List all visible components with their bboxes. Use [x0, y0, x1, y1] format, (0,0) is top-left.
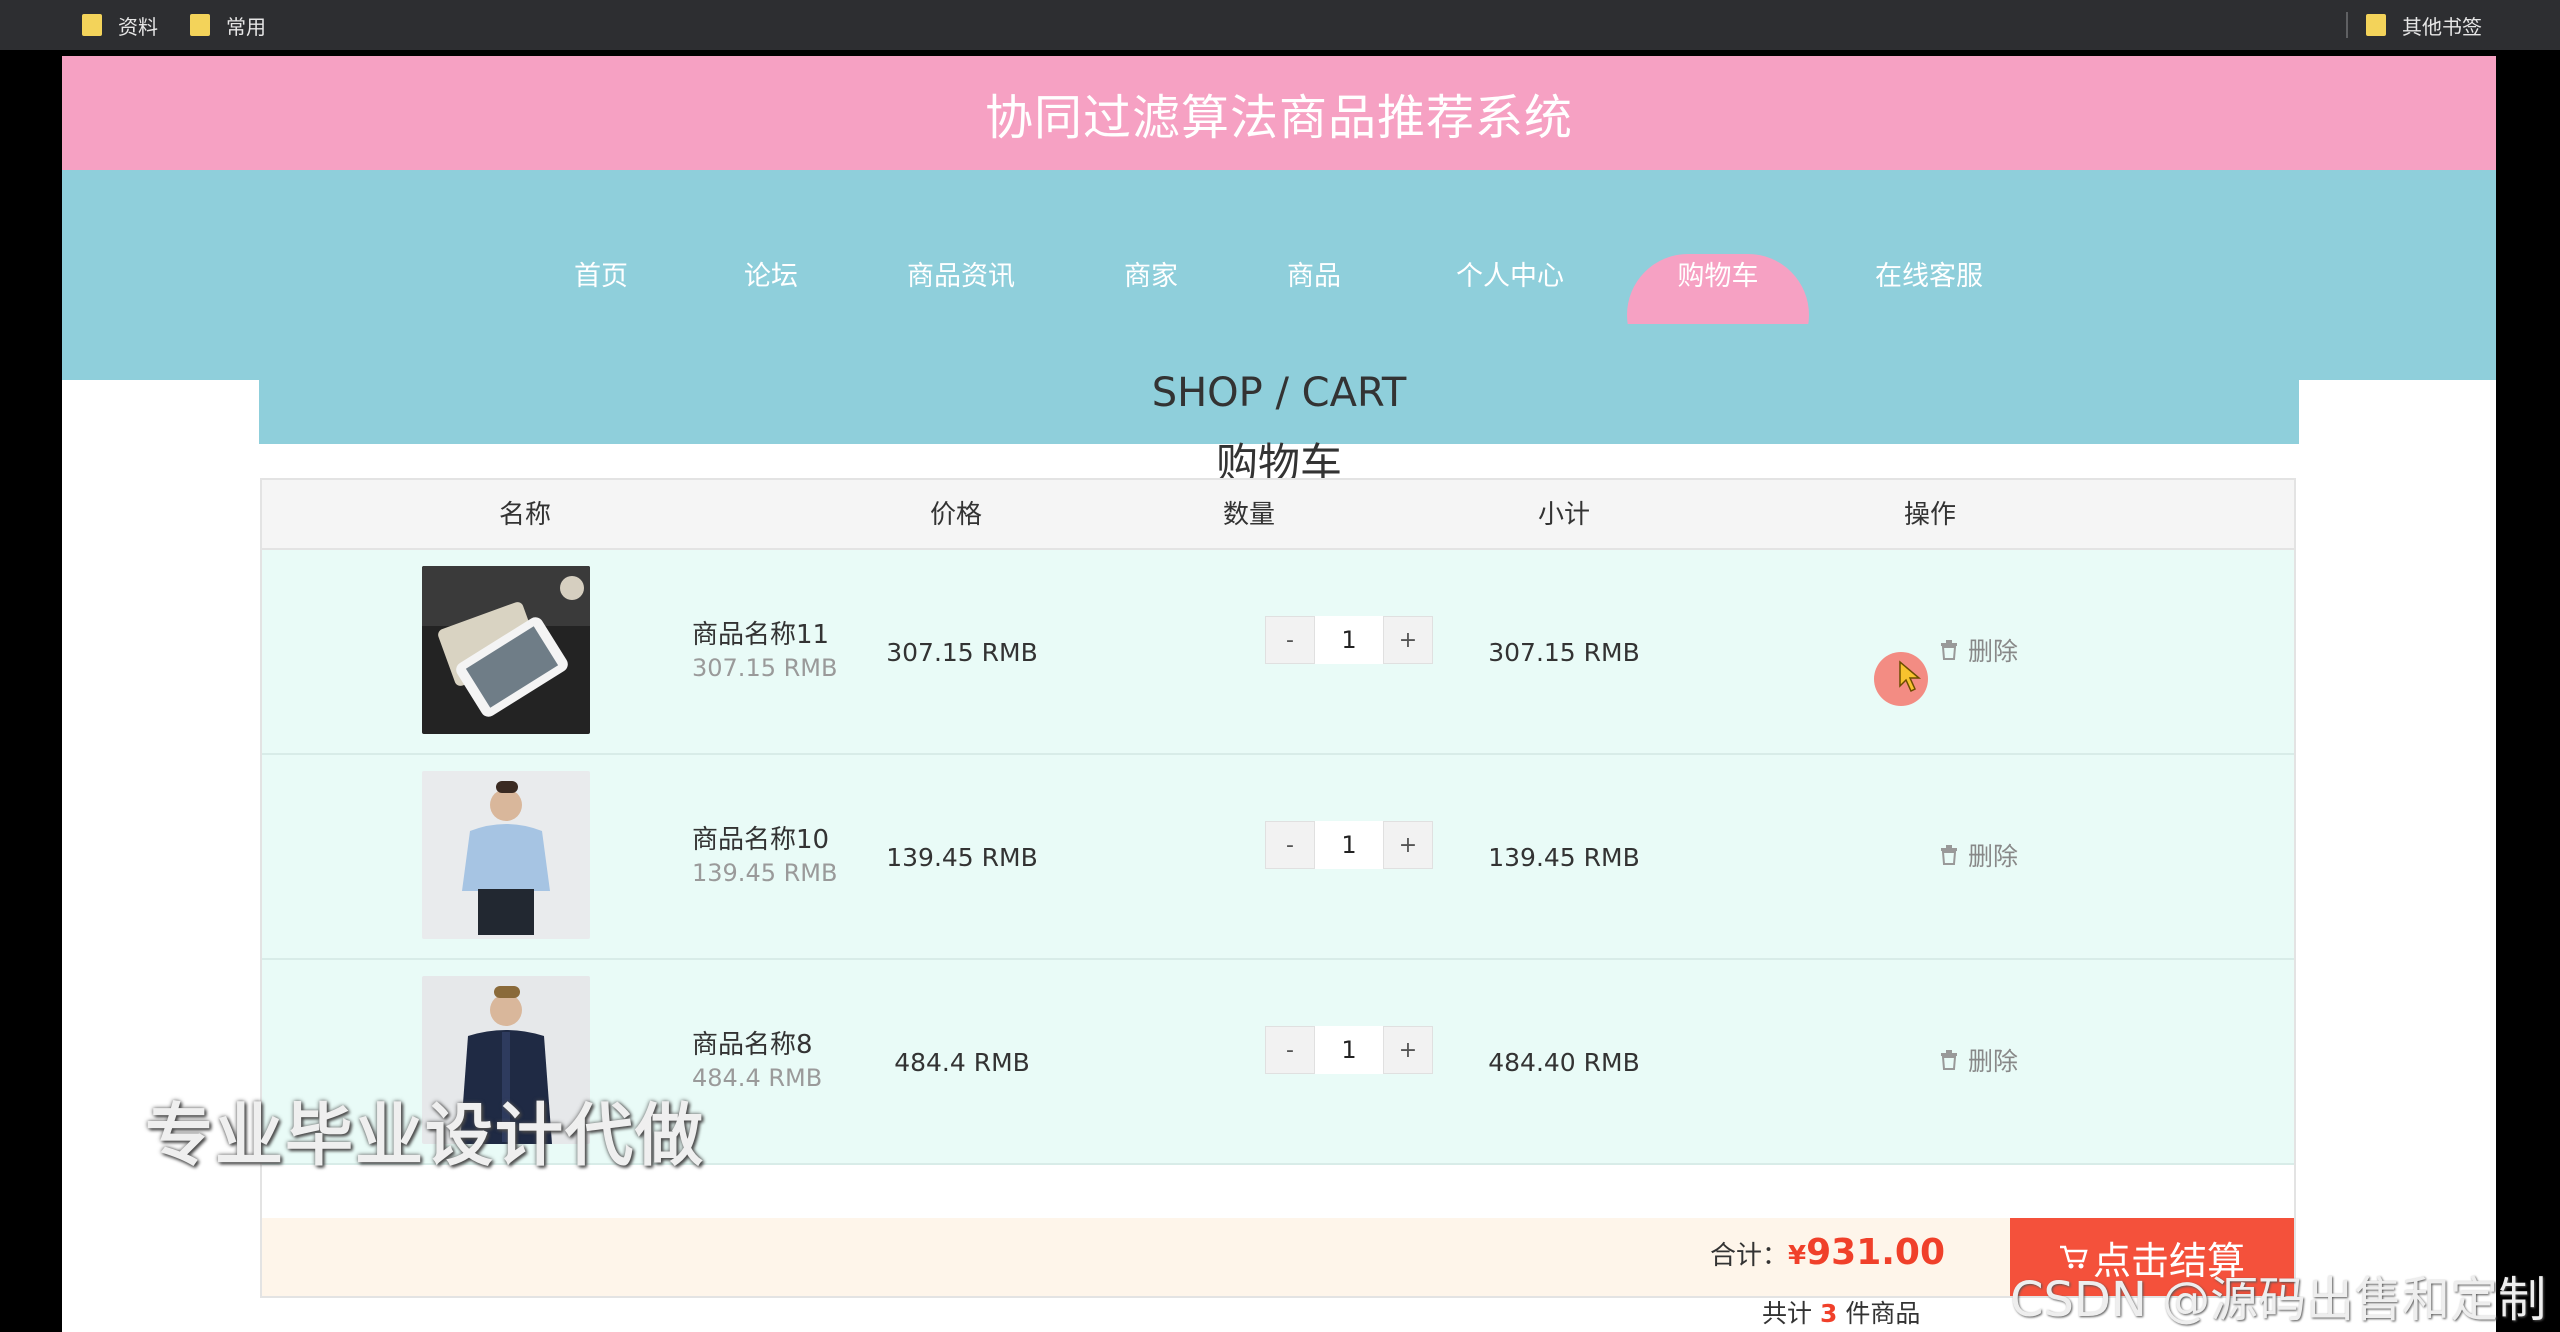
delete-button[interactable]: 删除	[1938, 632, 2018, 668]
count-suffix: 件商品	[1845, 1299, 1921, 1328]
mouse-cursor-icon	[1899, 660, 1922, 693]
total-currency: ¥	[1788, 1241, 1807, 1271]
delete-button[interactable]: 删除	[1938, 837, 2018, 873]
product-unit-price: 139.45 RMB	[692, 859, 838, 887]
watermark-right: CSDN @源码出售和定制	[2010, 1272, 2547, 1328]
bookmark-folder-changyong[interactable]: 常用	[190, 0, 266, 50]
product-image[interactable]	[422, 566, 590, 734]
nav-item-support[interactable]: 在线客服	[1875, 254, 1983, 293]
nav-item-forum[interactable]: 论坛	[744, 254, 798, 293]
product-image[interactable]	[422, 771, 590, 939]
item-count: 共计 3 件商品	[1762, 1294, 1920, 1330]
bookmark-label: 资料	[118, 14, 158, 39]
table-row: 商品名称10 139.45 RMB 139.45 RMB - 1 + 139.4…	[262, 755, 2294, 960]
folder-icon	[2366, 14, 2386, 36]
bookmark-folder-ziliao[interactable]: 资料	[82, 0, 158, 50]
delete-label: 删除	[1968, 637, 2019, 666]
table-row: 商品名称11 307.15 RMB 307.15 RMB - 1 + 307.1…	[262, 550, 2294, 755]
quantity-input[interactable]: 1	[1315, 1026, 1383, 1074]
product-unit-price: 484.4 RMB	[692, 1064, 823, 1092]
quantity-increase-button[interactable]: +	[1383, 616, 1433, 664]
subtotal-cell: 307.15 RMB	[1488, 638, 1640, 667]
nav-item-cart[interactable]: 购物车	[1678, 254, 1759, 293]
bookmark-label: 其他书签	[2402, 14, 2482, 39]
quantity-stepper: - 1 +	[1265, 616, 1433, 666]
delete-button[interactable]: 删除	[1938, 1042, 2018, 1078]
bookmarks-bar: 资料 常用 其他书签	[0, 0, 2560, 50]
trash-icon	[1941, 1050, 1957, 1070]
total-amount: 931.00	[1806, 1232, 1946, 1273]
page-banner: SHOP / CART 购物车	[259, 324, 2299, 488]
product-unit-price: 307.15 RMB	[692, 654, 838, 682]
header-price: 价格	[929, 500, 983, 530]
site-title: 协同过滤算法商品推荐系统	[62, 56, 2496, 170]
table-header: 名称 价格 数量 小计 操作	[262, 480, 2294, 550]
nav-item-merchant[interactable]: 商家	[1124, 254, 1178, 293]
count-value: 3	[1819, 1299, 1838, 1328]
watermark-left: 专业毕业设计代做	[145, 1097, 706, 1176]
banner-title-en: SHOP / CART	[1151, 370, 1407, 416]
price-cell: 139.45 RMB	[886, 843, 1038, 872]
trash-icon	[1941, 640, 1957, 660]
price-cell: 307.15 RMB	[886, 638, 1038, 667]
folder-icon	[82, 14, 102, 36]
quantity-decrease-button[interactable]: -	[1265, 821, 1315, 869]
quantity-stepper: - 1 +	[1265, 821, 1433, 871]
total-label: 合计：	[1710, 1241, 1789, 1271]
header-name: 名称	[498, 500, 552, 530]
quantity-decrease-button[interactable]: -	[1265, 616, 1315, 664]
header-quantity: 数量	[1222, 500, 1276, 530]
delete-label: 删除	[1968, 1047, 2019, 1076]
quantity-stepper: - 1 +	[1265, 1026, 1433, 1076]
quantity-decrease-button[interactable]: -	[1265, 1026, 1315, 1074]
nav-item-profile[interactable]: 个人中心	[1456, 254, 1564, 293]
folder-icon	[190, 14, 210, 36]
delete-label: 删除	[1968, 842, 2019, 871]
trash-icon	[1941, 845, 1957, 865]
count-prefix: 共计	[1762, 1299, 1813, 1328]
bookmarks-divider	[2346, 12, 2348, 38]
nav-item-home[interactable]: 首页	[574, 254, 628, 293]
quantity-input[interactable]: 1	[1315, 821, 1383, 869]
quantity-increase-button[interactable]: +	[1383, 1026, 1433, 1074]
product-name[interactable]: 商品名称8	[692, 1024, 813, 1061]
quantity-input[interactable]: 1	[1315, 616, 1383, 664]
bookmark-label: 常用	[226, 14, 266, 39]
bookmark-folder-other[interactable]: 其他书签	[2366, 0, 2482, 50]
cart-total: 合计：¥931.00	[1710, 1232, 1945, 1273]
subtotal-cell: 484.40 RMB	[1488, 1048, 1640, 1077]
product-name[interactable]: 商品名称11	[692, 614, 829, 651]
header-subtotal: 小计	[1537, 500, 1591, 530]
header-action: 操作	[1903, 500, 1957, 530]
price-cell: 484.4 RMB	[894, 1048, 1030, 1077]
cart-footer: 合计：¥931.00 共计 3 件商品 点击结算	[262, 1218, 2294, 1328]
nav-item-news[interactable]: 商品资讯	[907, 254, 1015, 293]
nav-item-products[interactable]: 商品	[1287, 254, 1341, 293]
quantity-increase-button[interactable]: +	[1383, 821, 1433, 869]
product-name[interactable]: 商品名称10	[692, 819, 829, 856]
subtotal-cell: 139.45 RMB	[1488, 843, 1640, 872]
